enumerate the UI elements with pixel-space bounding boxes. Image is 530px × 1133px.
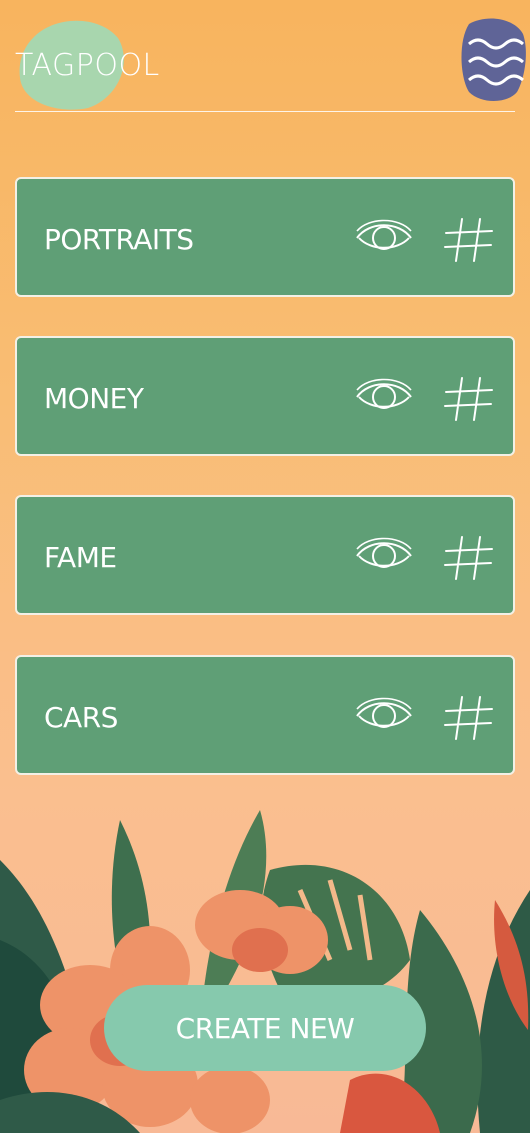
hashtag-icon[interactable] bbox=[444, 217, 494, 263]
tag-pool-card-money[interactable]: MONEY bbox=[15, 336, 515, 456]
hashtag-icon[interactable] bbox=[444, 535, 494, 581]
eye-icon[interactable] bbox=[355, 697, 413, 735]
eye-icon[interactable] bbox=[355, 219, 413, 257]
tag-pool-card-fame[interactable]: FAME bbox=[15, 495, 515, 615]
eye-icon[interactable] bbox=[355, 537, 413, 575]
tag-pool-label: PORTRAITS bbox=[44, 223, 194, 256]
header: TAGPOOL bbox=[0, 0, 530, 115]
tag-pool-label: FAME bbox=[44, 541, 117, 574]
tag-pool-label: MONEY bbox=[44, 382, 144, 415]
tag-pool-card-portraits[interactable]: PORTRAITS bbox=[15, 177, 515, 297]
waves-menu-icon[interactable] bbox=[459, 16, 527, 102]
hashtag-icon[interactable] bbox=[444, 376, 494, 422]
eye-icon[interactable] bbox=[355, 378, 413, 416]
tag-pool-label: CARS bbox=[44, 701, 118, 734]
header-divider bbox=[15, 111, 515, 112]
app-logo-text: TAGPOOL bbox=[15, 48, 160, 83]
create-new-button[interactable]: CREATE NEW bbox=[104, 985, 426, 1071]
hashtag-icon[interactable] bbox=[444, 695, 494, 741]
tag-pool-card-cars[interactable]: CARS bbox=[15, 655, 515, 775]
foliage-illustration bbox=[0, 810, 530, 1133]
